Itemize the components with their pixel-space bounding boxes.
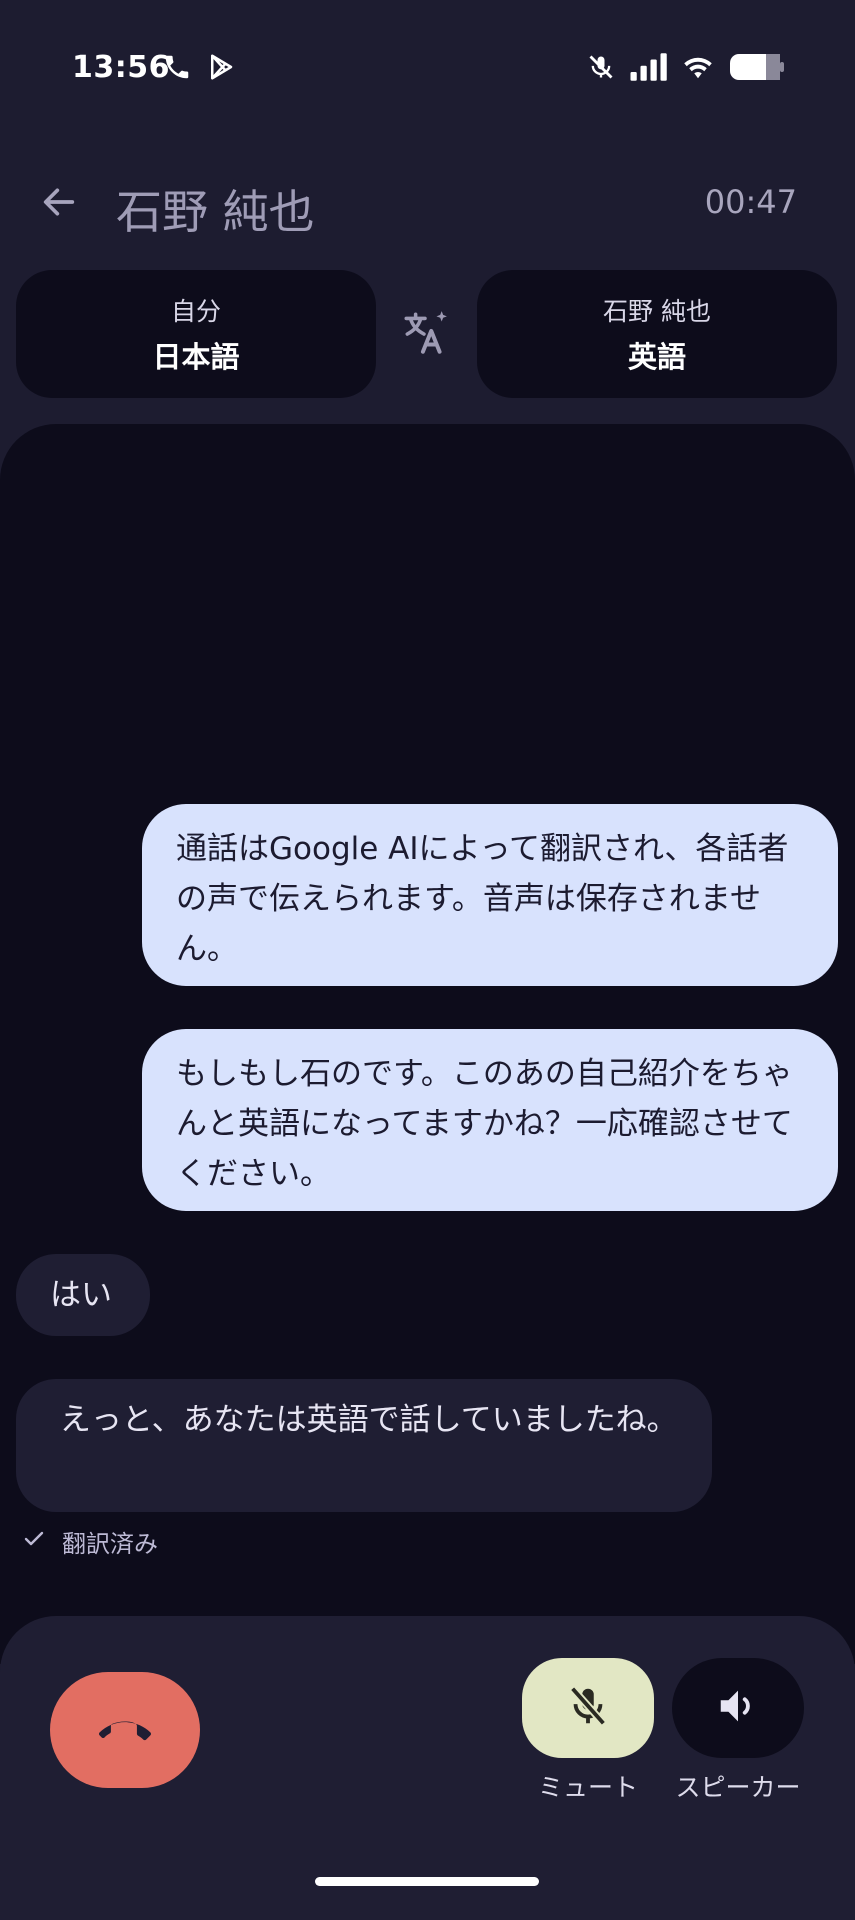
mic-off-icon xyxy=(565,1683,611,1733)
back-button[interactable] xyxy=(30,175,88,233)
status-icons-right xyxy=(587,52,785,86)
message-bubble-incoming: えっと、あなたは英語で話していましたね。 xyxy=(16,1379,712,1512)
volume-icon xyxy=(715,1683,761,1733)
mute-button[interactable] xyxy=(522,1658,654,1758)
mute-label: ミュート xyxy=(537,1773,638,1802)
battery-icon xyxy=(729,53,785,85)
speaker-label: スピーカー xyxy=(675,1773,801,1802)
status-icons-left xyxy=(162,52,236,86)
translated-label: 翻訳済み xyxy=(62,1530,158,1558)
self-language: 日本語 xyxy=(152,340,240,374)
translate-icon xyxy=(400,308,450,362)
wifi-icon xyxy=(681,52,715,86)
other-label: 石野 純也 xyxy=(603,297,711,326)
message-bubble-outgoing: 通話はGoogle AIによって翻訳され、各話者の声で伝えられます。音声は保存さ… xyxy=(142,804,838,986)
self-language-card[interactable]: 自分 日本語 xyxy=(16,270,376,398)
other-language: 英語 xyxy=(627,340,686,374)
check-icon xyxy=(22,1527,46,1557)
contact-name: 石野 純也 xyxy=(116,185,315,239)
translated-status: 翻訳済み xyxy=(22,1524,158,1559)
end-call-button[interactable] xyxy=(50,1672,200,1788)
status-time: 13:56 xyxy=(72,50,170,85)
mic-muted-icon xyxy=(587,52,615,86)
other-language-card[interactable]: 石野 純也 英語 xyxy=(477,270,837,398)
message-bubble-outgoing: もしもし石のです。このあの自己紹介をちゃんと英語になってますかね？一応確認させて… xyxy=(142,1029,838,1211)
play-store-icon xyxy=(206,52,236,86)
home-indicator[interactable] xyxy=(315,1877,539,1886)
signal-icon xyxy=(629,52,667,86)
arrow-back-icon xyxy=(39,182,79,226)
speaker-button[interactable] xyxy=(672,1658,804,1758)
call-end-icon xyxy=(99,1702,151,1758)
self-label: 自分 xyxy=(170,297,221,326)
phone-icon xyxy=(162,52,192,86)
call-timer: 00:47 xyxy=(704,183,797,221)
message-bubble-incoming: はい xyxy=(16,1254,150,1336)
